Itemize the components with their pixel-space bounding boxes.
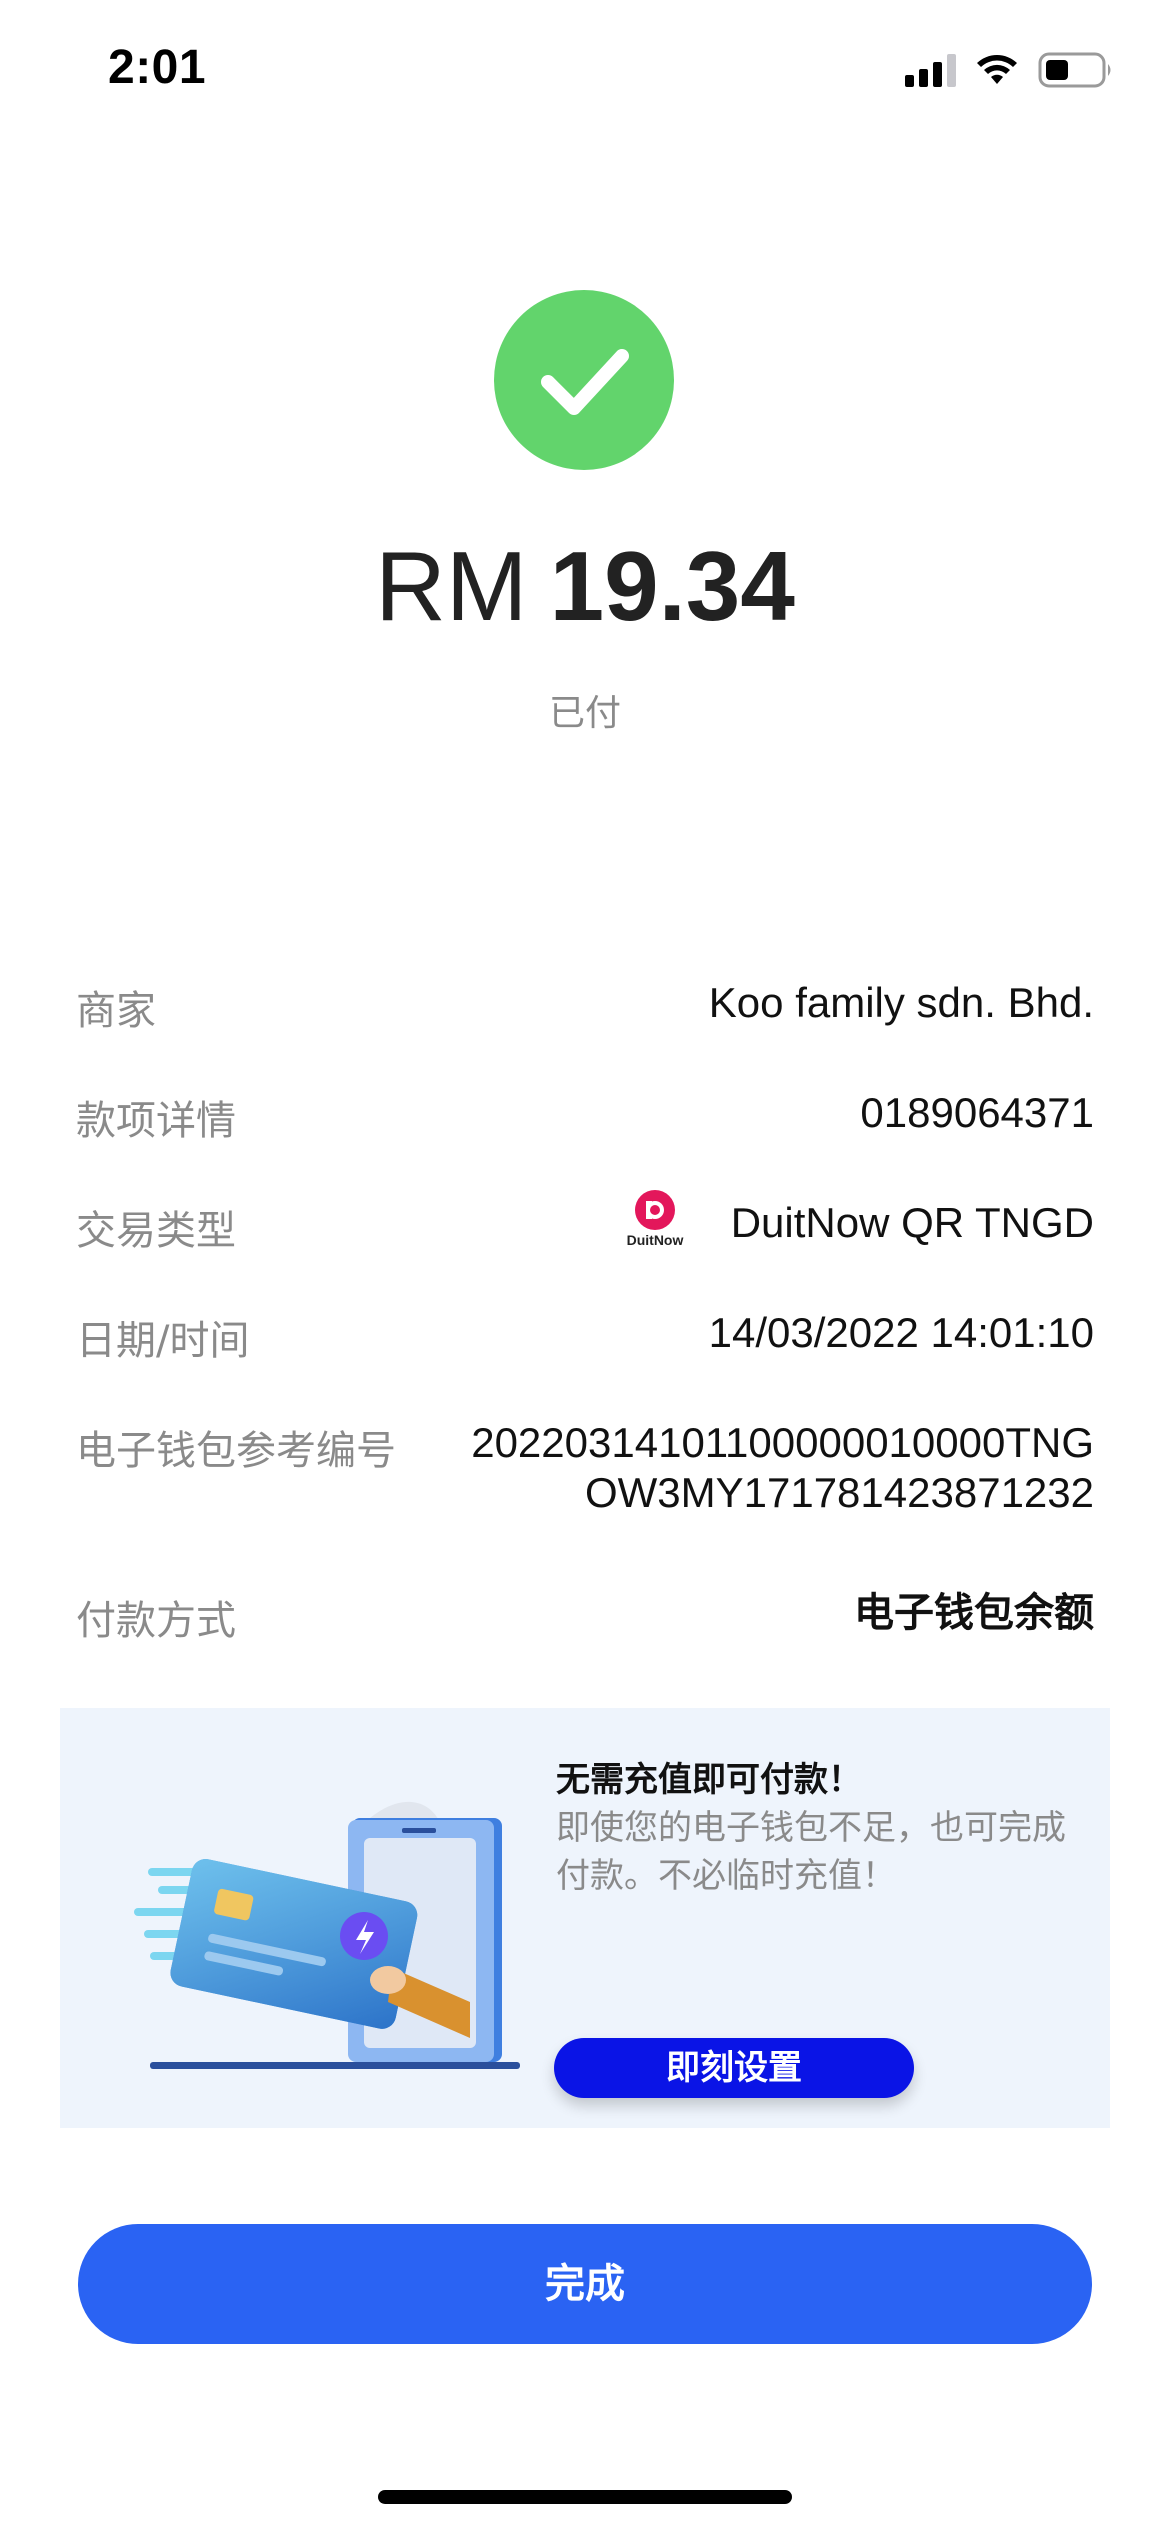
- battery-icon: [1038, 52, 1111, 88]
- reference-value-line2: OW3MY171781423871232: [584, 1469, 1094, 1516]
- wifi-icon: [977, 55, 1017, 84]
- promo-title: 无需充值即可付款！: [556, 1760, 862, 1800]
- reference-value-line1: 20220314101100000010000TNG: [471, 1419, 1094, 1466]
- payment-method-label: 付款方式: [76, 1598, 236, 1644]
- merchant-label: 商家: [76, 988, 156, 1034]
- payment-amount: RM 19.34: [0, 530, 1170, 643]
- payment-status: 已付: [548, 693, 621, 734]
- promo-banner: 无需充值即可付款！ 即使您的电子钱包不足，也可完成付款。不必临时充值！ 即刻设置: [60, 1708, 1110, 2128]
- home-indicator[interactable]: [378, 2490, 792, 2504]
- card-payment-illustration: [134, 1801, 520, 2069]
- success-check-icon: [494, 290, 674, 470]
- payment-details-label: 款项详情: [76, 1098, 236, 1144]
- payment-method-value: 电子钱包余额: [854, 1590, 1094, 1636]
- amount-value: 19.34: [549, 531, 795, 641]
- datetime-value: 14/03/2022 14:01:10: [708, 1309, 1094, 1356]
- duitnow-logo-text: DuitNow: [626, 1232, 684, 1248]
- reference-label: 电子钱包参考编号: [76, 1428, 396, 1474]
- status-bar: 2:01: [0, 0, 1170, 150]
- transaction-type-value: DuitNow QR TNGD: [730, 1199, 1094, 1246]
- transaction-type-label: 交易类型: [76, 1208, 236, 1254]
- done-button[interactable]: 完成: [78, 2224, 1092, 2344]
- currency-label: RM: [375, 531, 528, 641]
- cellular-signal-icon: [905, 53, 956, 87]
- datetime-label: 日期/时间: [76, 1318, 250, 1364]
- reference-value: 20220314101100000010000TNG OW3MY17178142…: [471, 1418, 1094, 1518]
- setup-now-button[interactable]: 即刻设置: [554, 2038, 914, 2098]
- duitnow-logo-icon: DuitNow: [620, 1188, 690, 1252]
- merchant-value: Koo family sdn. Bhd.: [708, 979, 1094, 1026]
- payment-details-value: 0189064371: [860, 1089, 1094, 1136]
- status-time: 2:01: [108, 41, 207, 94]
- status-icons: [905, 52, 1114, 88]
- promo-description: 即使您的电子钱包不足，也可完成付款。不必临时充值！: [556, 1808, 1066, 1896]
